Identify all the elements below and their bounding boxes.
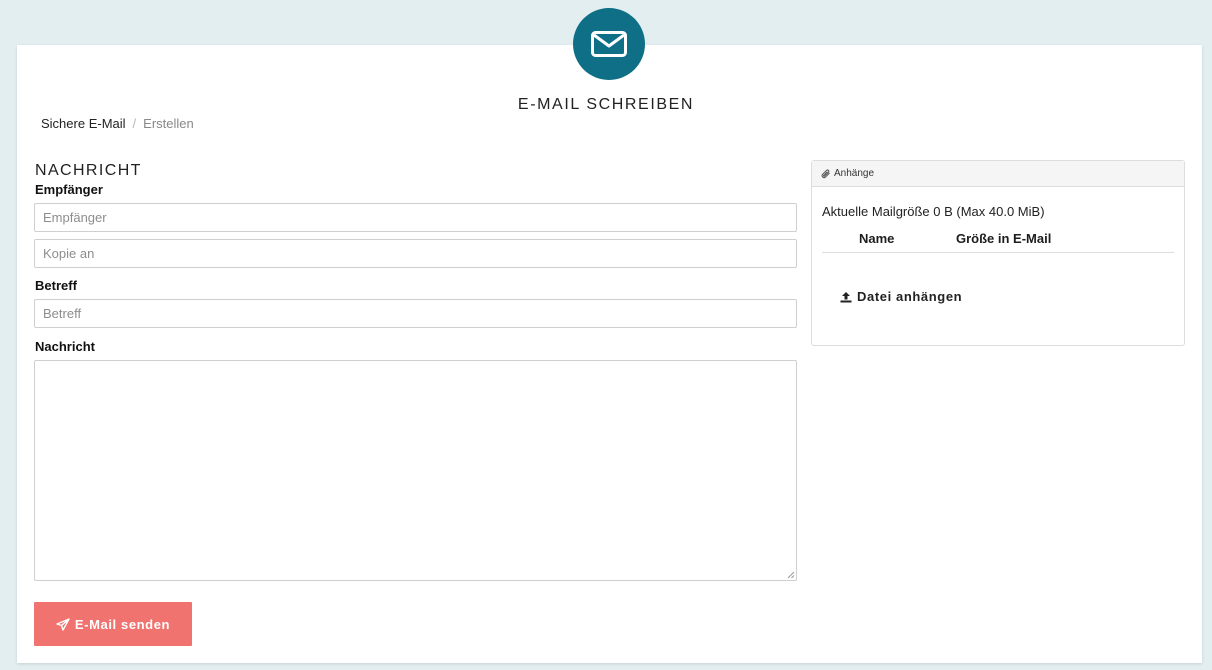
section-title: NACHRICHT [35, 162, 142, 179]
subject-label: Betreff [35, 278, 77, 293]
attachments-panel: Anhänge Aktuelle Mailgröße 0 B (Max 40.0… [811, 160, 1185, 346]
breadcrumb-link-secure-mail[interactable]: Sichere E-Mail [41, 116, 126, 131]
breadcrumb-current: Erstellen [143, 116, 194, 131]
attach-file-label: Datei anhängen [857, 289, 963, 304]
attachments-header: Anhänge [812, 161, 1184, 187]
send-email-button[interactable]: E-Mail senden [34, 602, 192, 646]
recipient-label: Empfänger [35, 182, 103, 197]
column-header-name: Name [859, 231, 895, 246]
column-header-size: Größe in E-Mail [956, 231, 1052, 246]
resize-handle[interactable] [787, 571, 795, 579]
subject-input[interactable] [34, 299, 797, 328]
cc-input[interactable] [34, 239, 797, 268]
mail-size-info: Aktuelle Mailgröße 0 B (Max 40.0 MiB) [822, 204, 1045, 219]
send-email-label: E-Mail senden [74, 616, 171, 632]
paper-plane-icon [56, 617, 70, 631]
paperclip-icon [821, 168, 830, 178]
breadcrumb-separator: / [132, 116, 137, 131]
recipient-input[interactable] [34, 203, 797, 232]
attachments-header-label: Anhänge [834, 168, 875, 179]
upload-icon [840, 291, 852, 302]
message-textarea[interactable] [34, 360, 797, 581]
page-title: E-MAIL SCHREIBEN [517, 96, 695, 113]
envelope-icon [573, 8, 645, 80]
message-label: Nachricht [35, 339, 95, 354]
breadcrumb: Sichere E-Mail / Erstellen [41, 116, 194, 131]
attachments-table-header: Name Größe in E-Mail [822, 229, 1174, 253]
attach-file-button[interactable]: Datei anhängen [840, 289, 962, 304]
